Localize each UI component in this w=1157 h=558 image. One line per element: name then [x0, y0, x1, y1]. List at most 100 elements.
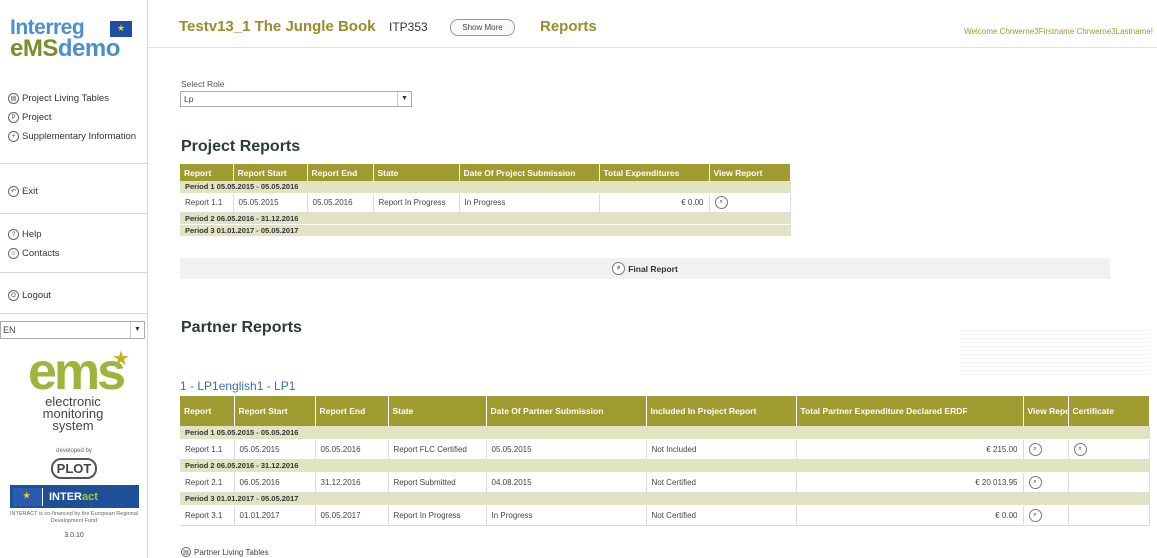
state-cell: Report In Progress — [388, 505, 487, 526]
period-row: Period 2 06.05.2016 - 31.12.2016 — [180, 212, 791, 225]
search-icon[interactable]: ⌕ — [1028, 508, 1042, 522]
search-icon[interactable]: ⌕ — [1073, 442, 1087, 456]
submission-cell: In Progress — [459, 193, 600, 213]
search-icon[interactable]: ⌕ — [1028, 475, 1042, 489]
interreg-ems-logo[interactable]: Interreg eMSdemo — [10, 17, 121, 62]
sidebar-item-label: Contacts — [22, 248, 60, 259]
divider — [0, 313, 147, 314]
ems-logo: ems ★ electronic monitoring system — [28, 346, 130, 433]
column-header: View Report — [1023, 396, 1069, 426]
partner-link[interactable]: 1 - LP1english1 - LP1 — [180, 379, 295, 393]
report-start-cell: 05.05.2015 — [233, 193, 308, 213]
included-cell: Not Included — [646, 439, 797, 460]
cofinanced-note: INTERACT is co-financed by the European … — [10, 511, 138, 524]
column-header: Included In Project Report — [646, 396, 797, 426]
report-cell: Report 1.1 — [180, 193, 234, 213]
ems-logo-subtitle: electronic monitoring system — [42, 394, 104, 433]
table-icon: ▤ — [8, 93, 19, 104]
language-value: EN — [3, 325, 16, 335]
sidebar-item-label: Help — [22, 229, 42, 240]
sidebar-item-exit[interactable]: ↶ Exit — [8, 182, 38, 201]
period-row: Period 3 01.01.2017 - 05.05.2017 — [180, 224, 791, 237]
column-header: Date Of Partner Submission — [486, 396, 647, 426]
info-icon: + — [8, 131, 19, 142]
period-row: Period 2 06.05.2016 - 31.12.2016 — [180, 459, 1150, 473]
state-cell: Report Submitted — [388, 472, 487, 493]
divider — [0, 272, 147, 273]
project-icon: P — [8, 112, 19, 123]
partner-reports-table: Report Report Start Report End State Date Of… — [180, 396, 1150, 526]
sidebar-item-project[interactable]: P Project — [8, 108, 136, 127]
interact-logo: INTERact — [10, 485, 139, 508]
role-select[interactable]: Lp ▼ — [180, 91, 412, 107]
period-row: Period 1 05.05.2015 - 05.05.2016 — [180, 181, 791, 194]
total-cell: € 215.00 — [796, 439, 1024, 460]
period-label: Period 2 06.05.2016 - 31.12.2016 — [180, 212, 791, 225]
sidebar-item-table[interactable]: ▤ Project Living Tables — [8, 89, 136, 108]
chevron-down-icon: ▼ — [130, 322, 144, 338]
view-report-cell: ⌕ — [1023, 472, 1069, 493]
language-select[interactable]: EN ▼ — [0, 321, 145, 339]
project-reports-table: Report Report Start Report End State Date Of… — [180, 164, 791, 237]
column-header: Report — [180, 164, 234, 181]
sidebar-item-help[interactable]: ? Help — [8, 225, 60, 244]
period-label: Period 2 06.05.2016 - 31.12.2016 — [180, 459, 1150, 473]
report-start-cell: 05.05.2015 — [234, 439, 316, 460]
show-more-button[interactable]: Show More — [450, 19, 515, 36]
view-report-cell: ⌕ — [1023, 439, 1069, 460]
project-title: Testv13_1 The Jungle Book — [179, 18, 376, 35]
logout-icon: O — [8, 290, 19, 301]
partner-living-tables-label: Partner Living Tables — [194, 547, 269, 557]
column-header: State — [373, 164, 460, 181]
included-cell: Not Certified — [646, 505, 797, 526]
table-icon: ▤ — [181, 547, 191, 557]
chevron-down-icon: ▼ — [397, 92, 411, 106]
contacts-icon: ☺ — [8, 248, 19, 259]
final-report-label: Final Report — [628, 263, 678, 274]
view-report-cell: ⌕ — [709, 193, 791, 213]
report-start-cell: 01.01.2017 — [234, 505, 316, 526]
column-header: Report — [180, 396, 235, 426]
column-header: Certificate — [1068, 396, 1150, 426]
period-label: Period 3 01.01.2017 - 05.05.2017 — [180, 224, 791, 237]
interact-logo-text: INTER — [49, 490, 82, 503]
column-header: Report End — [315, 396, 389, 426]
final-report-button[interactable]: ⌕ Final Report — [180, 258, 1110, 279]
sidebar-item-label: Supplementary Information — [22, 131, 137, 142]
total-cell: € 0.00 — [599, 193, 710, 213]
table-row: Report 3.1 01.01.2017 05.05.2017 Report In … — [180, 505, 1150, 526]
eu-flag-icon — [110, 21, 132, 37]
certificate-cell — [1068, 505, 1150, 526]
sidebar-menu-top: ▤ Project Living Tables P Project + Supplemen… — [8, 89, 136, 146]
period-label: Period 3 01.01.2017 - 05.05.2017 — [180, 492, 1150, 506]
search-icon[interactable]: ⌕ — [1028, 442, 1042, 456]
column-header: Report End — [307, 164, 374, 181]
report-cell: Report 2.1 — [180, 472, 235, 493]
report-end-cell: 05.05.2016 — [315, 439, 389, 460]
sidebar-item-contacts[interactable]: ☺ Contacts — [8, 244, 60, 263]
sidebar-item-label: Project Living Tables — [22, 93, 109, 104]
column-header: Report Start — [234, 396, 316, 426]
partner-living-tables-link[interactable]: ▤ Partner Living Tables — [181, 547, 269, 557]
column-header: Total Expenditures — [599, 164, 710, 181]
column-header: Date Of Project Submission — [459, 164, 600, 181]
sidebar-item-label: Logout — [22, 290, 52, 301]
logo-line-2b: demo — [57, 35, 121, 62]
plot-logo: PLOT — [51, 458, 97, 479]
table-row: Report 1.1 05.05.2015 05.05.2016 Report FLC… — [180, 439, 1150, 460]
sidebar-item-info[interactable]: + Supplementary Information — [8, 127, 136, 146]
sidebar-item-label: Project — [22, 112, 52, 123]
sidebar-menu-help: ? Help ☺ Contacts — [8, 225, 60, 263]
exit-icon: ↶ — [8, 186, 19, 197]
welcome-message: Welcome Chrwerne3Firstname Chrwerne3Last… — [964, 27, 1153, 36]
sidebar-item-logout[interactable]: O Logout — [8, 286, 51, 305]
period-label: Period 1 05.05.2015 - 05.05.2016 — [180, 426, 1150, 440]
report-cell: Report 1.1 — [180, 439, 235, 460]
partner-reports-heading: Partner Reports — [181, 319, 302, 336]
search-icon[interactable]: ⌕ — [714, 196, 728, 209]
report-cell: Report 3.1 — [180, 505, 235, 526]
column-header: State — [388, 396, 487, 426]
submission-cell: 04.08.2015 — [486, 472, 647, 493]
column-header: Total Partner Expenditure Declared ERDF — [796, 396, 1024, 426]
report-end-cell: 05.05.2016 — [307, 193, 374, 213]
